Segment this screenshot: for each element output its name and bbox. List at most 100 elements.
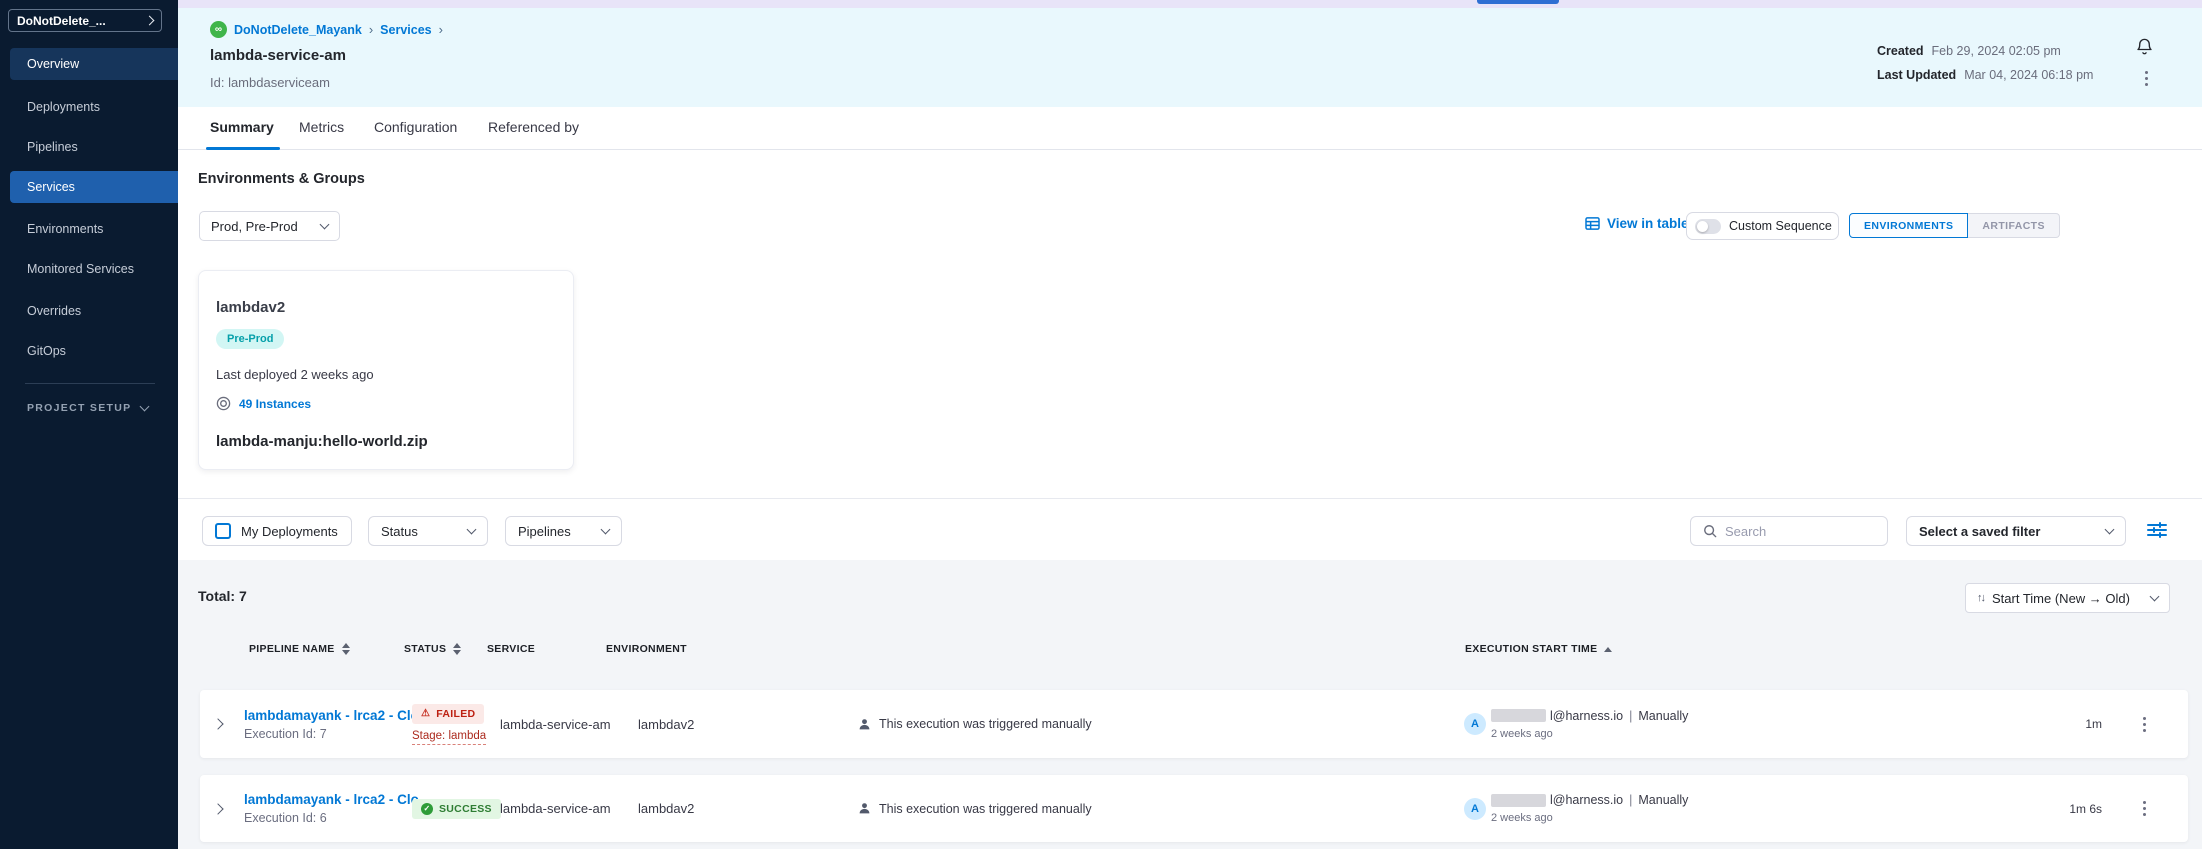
failed-stage-text[interactable]: Stage: lambda [412,730,486,745]
sidebar-item-overrides[interactable]: Overrides [10,295,178,327]
segment-environments[interactable]: ENVIRONMENTS [1849,213,1968,238]
created-value: Feb 29, 2024 02:05 pm [1932,44,2061,58]
artifact-name: lambda-manju:hello-world.zip [216,433,428,450]
column-header-execution-start-time[interactable]: EXECUTION START TIME [1465,643,1612,655]
chevron-down-icon [601,525,611,535]
pipeline-link[interactable]: lambdamayank - lrca2 - Clo... [244,792,430,807]
environment-card[interactable]: lambdav2 Pre-Prod Last deployed 2 weeks … [198,270,574,470]
sidebar-item-monitored-services[interactable]: Monitored Services [10,253,178,285]
trigger-text: This execution was triggered manually [879,802,1092,816]
column-label: SERVICE [487,643,535,655]
tab-referenced-by[interactable]: Referenced by [488,119,579,135]
project-selector-label: DoNotDelete_... [17,14,106,28]
service-cell: lambda-service-am [500,775,611,842]
header-kebab-menu-icon[interactable] [2142,68,2151,89]
sidebar-item-pipelines[interactable]: Pipelines [10,131,178,163]
duration-cell: 1m [2085,690,2102,758]
my-deployments-filter[interactable]: My Deployments [202,516,352,546]
deployment-row[interactable]: lambdamayank - lrca2 - Clo... Execution … [200,775,2188,842]
row-kebab-menu-icon[interactable] [2140,690,2149,758]
avatar: A [1464,798,1486,820]
column-header-pipeline-name[interactable]: PIPELINE NAME [249,643,350,655]
top-progress-bar [1477,0,1559,4]
environment-filter-dropdown[interactable]: Prod, Pre-Prod [199,211,340,241]
sidebar-item-label: Overview [27,57,79,71]
pipelines-filter-label: Pipelines [518,524,571,539]
environment-name: lambdav2 [216,299,285,316]
sidebar-project-setup[interactable]: PROJECT SETUP [27,402,148,414]
column-label: STATUS [404,643,446,655]
last-deployed-text: Last deployed 2 weeks ago [216,367,374,382]
trigger-cell: This execution was triggered manually [858,775,1092,842]
updated-meta: Last Updated Mar 04, 2024 06:18 pm [1877,68,2093,82]
filter-bar: My Deployments Status Pipelines Select a… [178,499,2202,560]
total-count: Total: 7 [198,588,247,604]
search-box[interactable] [1690,516,1888,546]
duration-cell: 1m 6s [2069,775,2102,842]
created-meta: Created Feb 29, 2024 02:05 pm [1877,44,2061,58]
tab-configuration[interactable]: Configuration [374,119,457,135]
saved-filter-dropdown[interactable]: Select a saved filter [1906,516,2126,546]
segment-artifacts[interactable]: ARTIFACTS [1968,213,2060,238]
sort-dropdown[interactable]: ↑↓ Start Time (New → Old) [1965,583,2170,613]
pipelines-filter-dropdown[interactable]: Pipelines [505,516,622,546]
sidebar-item-environments[interactable]: Environments [10,213,178,245]
service-cell: lambda-service-am [500,690,611,758]
bell-icon[interactable] [2135,36,2154,62]
breadcrumb-services-link[interactable]: Services [380,23,431,37]
trigger-cell: This execution was triggered manually [858,690,1092,758]
user-details: l@harness.io | Manually 2 weeks ago [1491,793,1688,824]
browser-top-strip [178,0,2202,8]
breadcrumb-project-link[interactable]: DoNotDelete_Mayank [234,23,362,37]
my-deployments-label: My Deployments [241,524,338,539]
search-input[interactable] [1725,524,1865,539]
chevron-down-icon [320,220,330,230]
view-in-table-link[interactable]: View in table [1585,216,1689,231]
filter-sliders-icon[interactable] [2146,520,2168,545]
status-label: FAILED [436,708,475,720]
row-kebab-menu-icon[interactable] [2140,775,2149,842]
chevron-down-icon [2105,525,2115,535]
row-expand-chevron-icon[interactable] [214,775,222,842]
redacted-username [1491,709,1546,722]
redacted-username [1491,794,1546,807]
cd-module-icon: ∞ [210,21,227,38]
environment-filter-value: Prod, Pre-Prod [211,219,298,234]
column-header-status[interactable]: STATUS [404,643,461,655]
infinity-glyph: ∞ [215,24,222,35]
custom-sequence-toggle[interactable] [1695,219,1721,234]
service-id: Id: lambdaserviceam [210,75,330,90]
pipeline-cell: lambdamayank - lrca2 - Clo... Execution … [244,775,430,842]
success-check-icon: ✓ [421,803,433,815]
saved-filter-label: Select a saved filter [1919,524,2040,539]
tabs-bar: Summary Metrics Configuration Referenced… [178,107,2202,150]
status-badge: ✓ SUCCESS [412,799,501,819]
environments-artifacts-segmented: ENVIRONMENTS ARTIFACTS [1849,213,2060,238]
pipeline-link[interactable]: lambdamayank - lrca2 - Clo... [244,708,430,723]
app-window: DoNotDelete_... Overview Deployments Pip… [0,0,2202,849]
sidebar-item-label: Services [27,180,75,194]
instances-link[interactable]: 49 Instances [239,397,311,411]
column-header-environment: ENVIRONMENT [606,643,687,655]
row-expand-chevron-icon[interactable] [214,690,222,758]
tab-metrics[interactable]: Metrics [299,119,344,135]
user-separator: | [1627,709,1634,723]
instances-row: 49 Instances [216,396,311,411]
sidebar-item-services[interactable]: Services [10,171,178,203]
deployment-row[interactable]: lambdamayank - lrca2 - Clo... Execution … [200,690,2188,758]
user-separator: | [1627,793,1634,807]
sidebar-item-overview[interactable]: Overview [10,48,178,80]
chevron-down-icon [140,402,150,412]
sidebar-item-gitops[interactable]: GitOps [10,335,178,367]
trigger-type: Manually [1638,793,1688,807]
project-selector[interactable]: DoNotDelete_... [8,9,162,32]
trigger-text: This execution was triggered manually [879,717,1092,731]
my-deployments-checkbox[interactable] [215,523,231,539]
status-filter-dropdown[interactable]: Status [368,516,488,546]
tab-summary[interactable]: Summary [210,119,274,135]
deployments-list-section: Total: 7 ↑↓ Start Time (New → Old) PIPEL… [178,560,2202,849]
person-icon [858,718,871,731]
sidebar-item-deployments[interactable]: Deployments [10,91,178,123]
person-icon [858,802,871,815]
user-cell: A l@harness.io | Manually 2 weeks ago [1464,775,1688,842]
